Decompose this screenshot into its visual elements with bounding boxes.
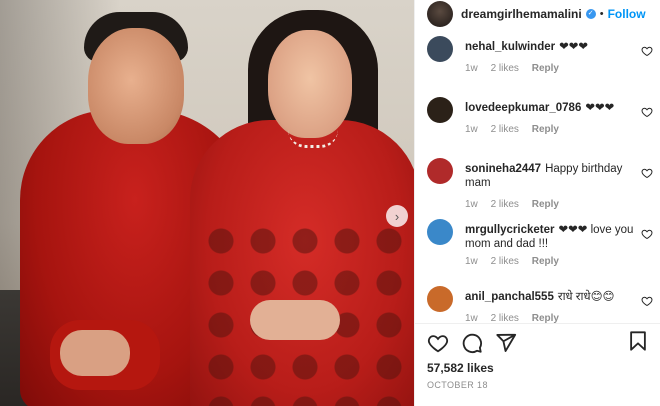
comment-icon[interactable] [461, 332, 483, 354]
comment-avatar[interactable] [427, 97, 453, 123]
heart-icon[interactable] [641, 295, 653, 307]
comment-age: 1w [465, 124, 478, 135]
photo-woman-face [268, 30, 352, 138]
share-icon[interactable] [495, 332, 517, 354]
comment-text: nehal_kulwinder ❤❤❤ [465, 34, 637, 54]
header-separator: • [599, 8, 604, 20]
header-username[interactable]: dreamgirlhemamalini [461, 7, 582, 21]
comment-text: sonineha2447 Happy birthday mam [465, 156, 637, 190]
comment-likes[interactable]: 2 likes [491, 124, 519, 135]
comment-meta: 1w 2 likes Reply [465, 199, 637, 210]
comment-age: 1w [465, 63, 478, 74]
heart-icon[interactable] [641, 106, 653, 118]
comment-text: mrgullycricketer ❤❤❤ love you mom and dad… [465, 217, 637, 251]
comment-age: 1w [465, 256, 478, 267]
comment-avatar[interactable] [427, 36, 453, 62]
comment-text: lovedeepkumar_0786 ❤❤❤ [465, 95, 637, 115]
comment-avatar[interactable] [427, 158, 453, 184]
bookmark-icon[interactable] [627, 330, 649, 352]
reply-button[interactable]: Reply [532, 256, 559, 267]
heart-icon[interactable] [641, 167, 653, 179]
post-photo[interactable]: › [0, 0, 414, 406]
list-item: mrgullycricketer ❤❤❤ love you mom and dad… [415, 217, 660, 284]
comment-username[interactable]: mrgullycricketer [465, 224, 555, 236]
comment-likes[interactable]: 2 likes [491, 199, 519, 210]
comment-likes[interactable]: 2 likes [491, 63, 519, 74]
verified-badge-icon: ✓ [585, 9, 596, 19]
reply-button[interactable]: Reply [532, 199, 559, 210]
follow-button[interactable]: Follow [608, 7, 646, 21]
avatar[interactable] [427, 1, 453, 27]
comment-meta: 1w 2 likes Reply [465, 124, 637, 135]
comment-text: anil_panchal555 राधे राधे😊😊 [465, 284, 637, 304]
post-side-panel: dreamgirlhemamalini ✓ • Follow nehal_kul… [414, 0, 660, 406]
heart-icon[interactable] [427, 332, 449, 354]
photo-man-hand [60, 330, 130, 376]
heart-icon[interactable] [641, 228, 653, 240]
comment-likes[interactable]: 2 likes [491, 256, 519, 267]
photo-woman-hands [250, 300, 340, 340]
comment-meta: 1w 2 likes Reply [465, 256, 637, 267]
comment-avatar[interactable] [427, 219, 453, 245]
comment-avatar[interactable] [427, 286, 453, 312]
list-item: nehal_kulwinder ❤❤❤ 1w 2 likes Reply [415, 34, 660, 95]
reply-button[interactable]: Reply [532, 63, 559, 74]
reply-button[interactable]: Reply [532, 124, 559, 135]
comment-username[interactable]: nehal_kulwinder [465, 41, 555, 53]
list-item: lovedeepkumar_0786 ❤❤❤ 1w 2 likes Reply [415, 95, 660, 156]
comment-meta: 1w 2 likes Reply [465, 63, 637, 74]
comment-body: राधे राधे😊😊 [557, 291, 615, 303]
comment-username[interactable]: anil_panchal555 [465, 291, 554, 303]
comment-body: ❤❤❤ [585, 102, 615, 114]
comment-body: ❤❤❤ [559, 41, 589, 53]
post-date: OCTOBER 18 [427, 380, 488, 390]
list-item: sonineha2447 Happy birthday mam 1w 2 like… [415, 156, 660, 217]
comments-list: nehal_kulwinder ❤❤❤ 1w 2 likes Reply love… [415, 34, 660, 345]
comment-age: 1w [465, 199, 478, 210]
photo-man-face [88, 28, 184, 144]
heart-icon[interactable] [641, 45, 653, 57]
comment-username[interactable]: sonineha2447 [465, 163, 541, 175]
comment-username[interactable]: lovedeepkumar_0786 [465, 102, 581, 114]
chevron-right-icon[interactable]: › [386, 205, 408, 227]
post-actions [415, 323, 660, 355]
likes-count[interactable]: 57,582 likes [427, 361, 494, 375]
post-header: dreamgirlhemamalini ✓ • Follow [415, 0, 660, 28]
instagram-post: › dreamgirlhemamalini ✓ • Follow nehal_k… [0, 0, 660, 406]
